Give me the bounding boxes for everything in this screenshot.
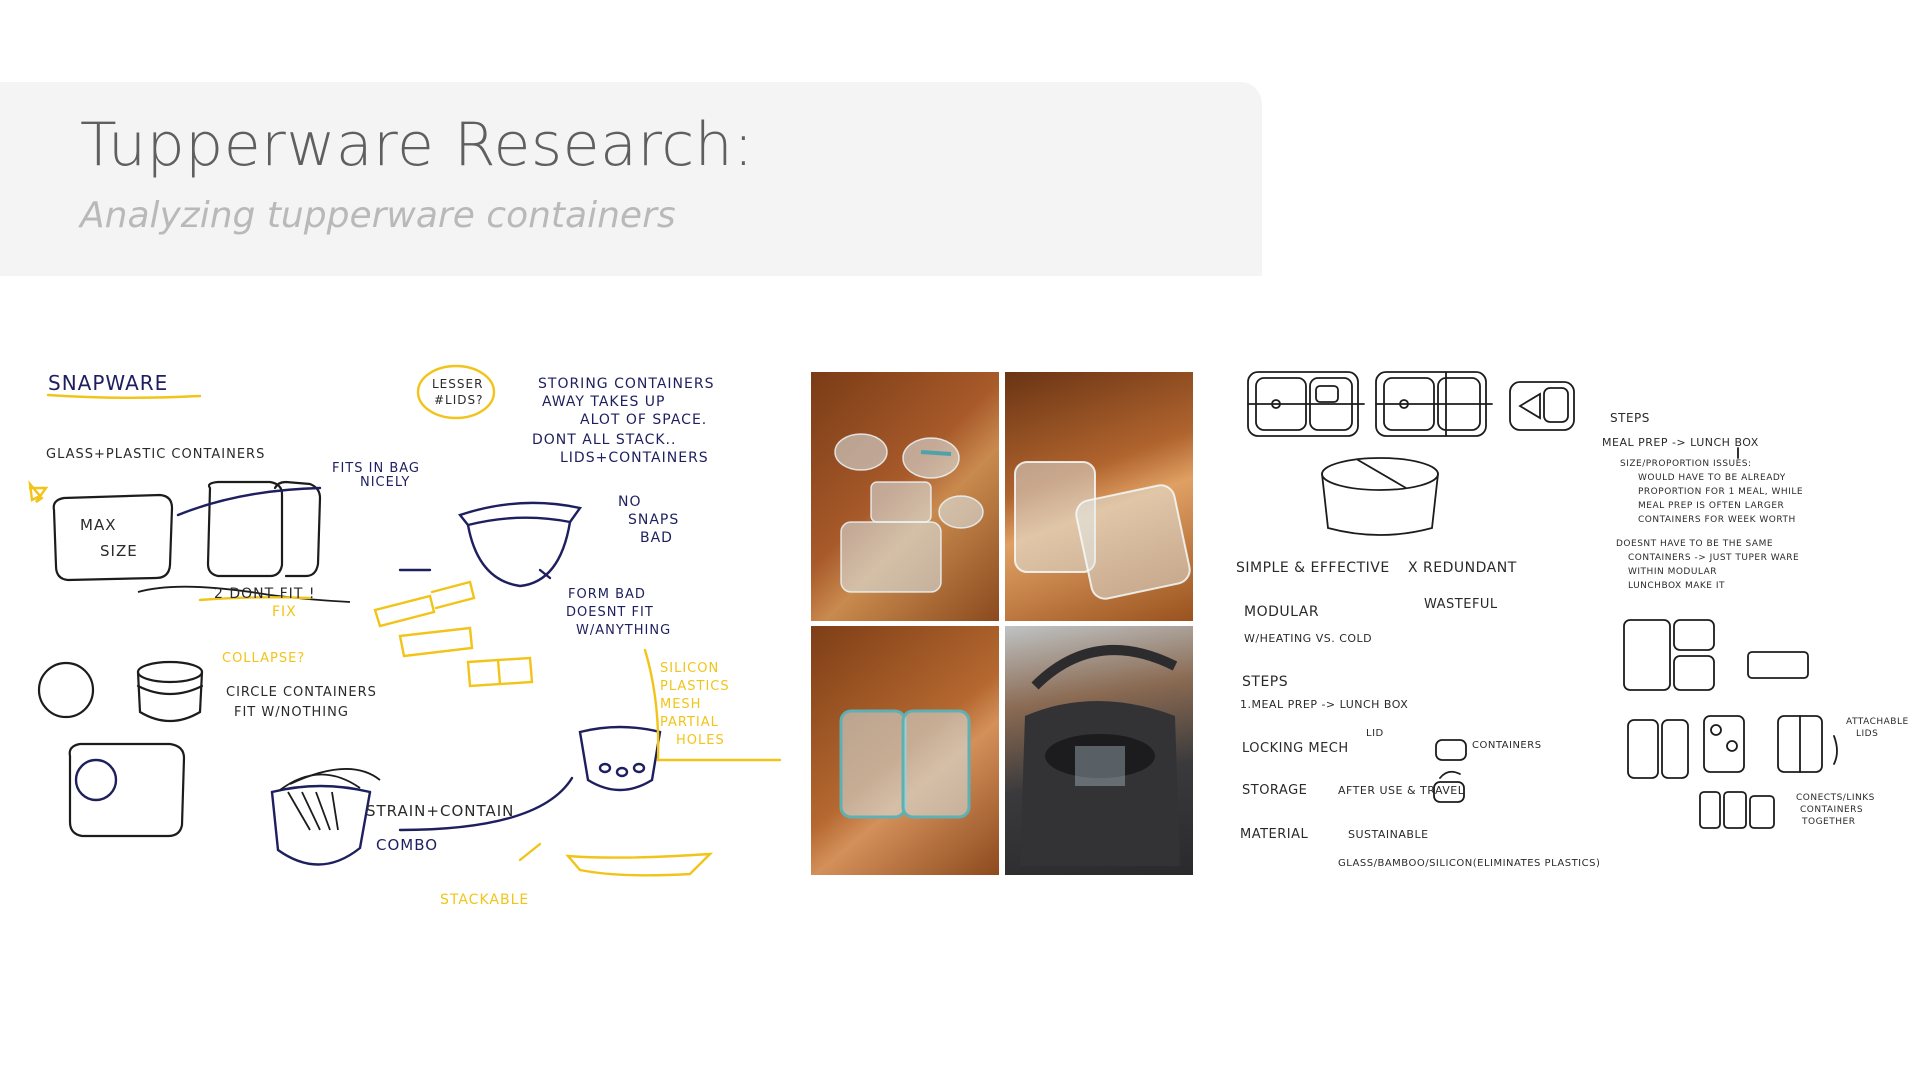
storage-label: STORAGE	[1242, 783, 1307, 798]
material-holes: HOLES	[676, 733, 725, 748]
storing-note-4: DONT ALL STACK..	[532, 432, 676, 448]
page-subtitle: Analyzing tupperware containers	[80, 195, 676, 236]
lesser-label: LESSER	[432, 377, 483, 391]
fix-label: FIX	[272, 604, 297, 620]
material-partial: PARTIAL	[660, 715, 719, 730]
sketch-right-svg: SIMPLE & EFFECTIVE X REDUNDANT WASTEFUL …	[1236, 371, 1908, 869]
doesnt-have-line-1: DOESNT HAVE TO BE THE SAME	[1616, 539, 1773, 549]
photo-1-illustration	[834, 433, 984, 593]
steps-label: STEPS	[1242, 674, 1288, 690]
sketch-panel-left: SNAPWARE GLASS+PLASTIC CONTAINERS FITS I…	[20, 360, 790, 920]
w-anything-label: W/ANYTHING	[576, 623, 671, 638]
doesnt-fit-label: DOESNT FIT	[566, 605, 654, 620]
fit-nothing-label: FIT W/NOTHING	[234, 705, 349, 720]
photo-3-illustration	[839, 709, 971, 819]
material-mesh: MESH	[660, 697, 701, 712]
photo-locking-lid-container	[811, 626, 999, 875]
redundant-label: X REDUNDANT	[1408, 560, 1517, 576]
photo-2-illustration	[1014, 461, 1191, 600]
photo-lunch-bag	[1005, 626, 1193, 875]
storing-note-5: LIDS+CONTAINERS	[560, 450, 709, 466]
lids-question-label: #LIDS?	[434, 393, 484, 407]
two-dont-fit-label: 2 DONT FIT !	[214, 586, 315, 602]
sustainable-label: SUSTAINABLE	[1348, 828, 1429, 841]
containers-small-label: CONTAINERS	[1472, 740, 1542, 751]
meal-prep-right: MEAL PREP -> LUNCH BOX	[1602, 436, 1759, 449]
storing-note-2: AWAY TAKES UP	[542, 394, 665, 410]
max-label: MAX	[80, 516, 116, 534]
material-silicon: SILICON	[660, 661, 719, 676]
steps-heading-right: STEPS	[1610, 411, 1650, 425]
page-title: Tupperware Research:	[80, 110, 754, 180]
no-label: NO	[618, 494, 642, 510]
circle-containers-label: CIRCLE CONTAINERS	[226, 685, 377, 700]
photo-4-illustration	[1020, 645, 1180, 866]
photo-containers-floor	[811, 372, 999, 621]
connects-together-label: TOGETHER	[1801, 817, 1855, 827]
photo-glass-containers	[1005, 372, 1193, 621]
attachable-label: ATTACHABLE	[1846, 717, 1908, 727]
meal-prep-step-label: 1.MEAL PREP -> LUNCH BOX	[1240, 698, 1408, 711]
snaps-label: SNAPS	[628, 512, 679, 528]
material-plastics: PLASTICS	[660, 679, 730, 694]
connects-label: CONECTS/LINKS	[1796, 793, 1875, 803]
storing-note-1: STORING CONTAINERS	[538, 376, 714, 392]
strain-contain-label: STRAIN+CONTAIN	[366, 802, 514, 820]
doesnt-have-line-3: WITHIN MODULAR	[1628, 567, 1717, 577]
materials-list-label: GLASS/BAMBOO/SILICON(ELIMINATES PLASTICS…	[1338, 858, 1600, 869]
modular-label: MODULAR	[1244, 604, 1319, 620]
lids-label: LIDS	[1856, 729, 1878, 739]
sketch-left-svg: SNAPWARE GLASS+PLASTIC CONTAINERS FITS I…	[28, 364, 782, 908]
heating-label: W/HEATING VS. COLD	[1244, 632, 1372, 645]
note-line-1: SIZE/PROPORTION ISSUES:	[1620, 459, 1752, 469]
photo-grid	[811, 372, 1193, 875]
doesnt-have-line-4: LUNCHBOX MAKE IT	[1628, 581, 1725, 591]
after-use-label: AFTER USE & TRAVEL	[1338, 784, 1465, 797]
simple-effective-label: SIMPLE & EFFECTIVE	[1236, 560, 1390, 576]
bad-label: BAD	[640, 530, 673, 546]
combo-label: COMBO	[376, 836, 438, 854]
glass-plastic-label: GLASS+PLASTIC CONTAINERS	[46, 447, 265, 462]
size-label: SIZE	[100, 542, 138, 560]
nicely-label: NICELY	[360, 475, 410, 490]
connects-containers-label: CONTAINERS	[1800, 805, 1863, 815]
sketch-panel-right: SIMPLE & EFFECTIVE X REDUNDANT WASTEFUL …	[1228, 360, 1908, 880]
lid-label: LID	[1366, 728, 1384, 739]
wasteful-label: WASTEFUL	[1424, 597, 1498, 612]
form-bad-label: FORM BAD	[568, 587, 646, 602]
material-label: MATERIAL	[1240, 827, 1309, 842]
locking-mech-label: LOCKING MECH	[1242, 741, 1349, 756]
note-line-3: PROPORTION FOR 1 MEAL, WHILE	[1638, 487, 1803, 497]
fits-in-bag-label: FITS IN BAG	[332, 461, 420, 476]
snapware-heading: SNAPWARE	[48, 371, 168, 395]
note-line-4: MEAL PREP IS OFTEN LARGER	[1638, 501, 1784, 511]
doesnt-have-line-2: CONTAINERS -> JUST TUPER WARE	[1628, 553, 1799, 563]
note-line-2: WOULD HAVE TO BE ALREADY	[1638, 473, 1786, 483]
collapse-label: COLLAPSE?	[222, 651, 305, 666]
note-line-5: CONTAINERS FOR WEEK WORTH	[1638, 515, 1796, 525]
storing-note-3: ALOT OF SPACE.	[580, 412, 707, 428]
stackable-label: STACKABLE	[440, 892, 529, 908]
